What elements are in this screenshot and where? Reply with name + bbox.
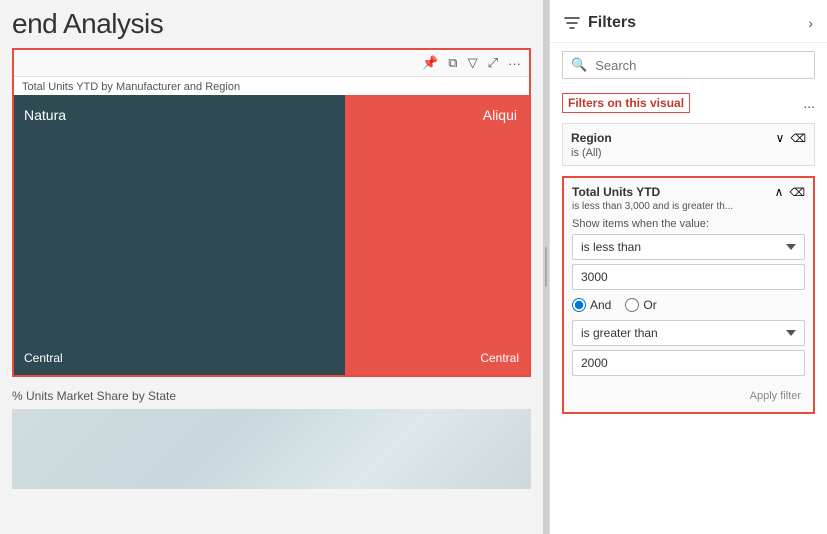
or-radio-input[interactable] [625, 298, 639, 312]
filter-icon[interactable]: ▽ [466, 53, 480, 73]
expand-icon[interactable]: ⤢ [486, 53, 500, 73]
and-label: And [590, 298, 611, 312]
search-box: 🔍 [562, 51, 815, 79]
condition1-dropdown[interactable]: is less than is greater than is equal to… [572, 234, 805, 260]
show-items-label: Show items when the value: [572, 218, 805, 230]
filters-on-visual-more-icon[interactable]: ... [803, 95, 815, 111]
filters-panel: Filters › 🔍 Filters on this visual ... R… [549, 0, 827, 534]
region-filter-card: Region is (All) [562, 123, 815, 166]
condition2-value-input[interactable] [572, 350, 805, 376]
total-units-filter-subtitle: is less than 3,000 and is greater th... [572, 201, 805, 212]
apply-filter-button[interactable]: Apply filter [746, 388, 805, 404]
copy-icon[interactable]: ⧉ [446, 53, 459, 73]
region-filter-chevron-down-icon[interactable] [776, 130, 785, 145]
filter-header-icon [564, 15, 580, 31]
treemap: Natura Central Aliqui Central [14, 95, 529, 375]
visual-subtitle: Total Units YTD by Manufacturer and Regi… [14, 77, 529, 95]
treemap-left-bottom-label: Central [24, 351, 63, 365]
or-label: Or [643, 298, 656, 312]
apply-filter-row: Apply filter [572, 388, 805, 404]
treemap-left-cell: Natura Central [14, 95, 345, 375]
condition2-dropdown[interactable]: is less than is greater than is equal to… [572, 320, 805, 346]
map-section-title: % Units Market Share by State [12, 387, 531, 405]
filters-title-group: Filters [564, 14, 636, 32]
and-radio-input[interactable] [572, 298, 586, 312]
search-icon: 🔍 [571, 57, 587, 73]
region-filter-clear-icon[interactable] [790, 130, 806, 145]
filters-on-visual-label: Filters on this visual [562, 93, 690, 113]
filters-on-visual-section: Filters on this visual ... [550, 87, 827, 117]
search-input[interactable] [595, 58, 806, 73]
region-filter-icons [776, 130, 806, 145]
or-radio-label[interactable]: Or [625, 298, 656, 312]
filters-chevron-right-icon[interactable]: › [808, 15, 813, 31]
page-title: end Analysis [12, 8, 531, 40]
more-icon[interactable]: ··· [506, 54, 523, 73]
treemap-right-cell: Aliqui Central [345, 95, 529, 375]
and-or-row: And Or [572, 296, 805, 314]
treemap-right-top-label: Aliqui [483, 107, 517, 123]
region-filter-title: Region [571, 131, 612, 145]
map-background [12, 409, 531, 489]
region-filter-header: Region [571, 130, 806, 145]
filters-panel-title: Filters [588, 14, 636, 32]
total-units-filter-header: Total Units YTD [572, 184, 805, 199]
filters-header: Filters › [550, 0, 827, 43]
treemap-left-top-label: Natura [24, 107, 66, 123]
visual-toolbar: 📌 ⧉ ▽ ⤢ ··· [14, 50, 529, 77]
region-filter-value: is (All) [571, 147, 806, 159]
filters-on-visual-header: Filters on this visual ... [562, 93, 815, 113]
total-units-filter-title: Total Units YTD [572, 185, 660, 199]
total-units-filter-clear-icon[interactable] [789, 184, 805, 199]
pin-icon[interactable]: 📌 [420, 53, 440, 73]
visual-container: 📌 ⧉ ▽ ⤢ ··· Total Units YTD by Manufactu… [12, 48, 531, 377]
total-units-filter-card: Total Units YTD is less than 3,000 and i… [562, 176, 815, 414]
map-placeholder [12, 409, 531, 489]
total-units-filter-icons [775, 184, 805, 199]
left-panel: end Analysis 📌 ⧉ ▽ ⤢ ··· Total Units YTD… [0, 0, 543, 534]
treemap-right-bottom-label: Central [480, 351, 519, 365]
total-units-filter-chevron-up-icon[interactable] [775, 184, 784, 199]
condition1-value-input[interactable] [572, 264, 805, 290]
panel-divider [543, 0, 549, 534]
and-radio-label[interactable]: And [572, 298, 611, 312]
